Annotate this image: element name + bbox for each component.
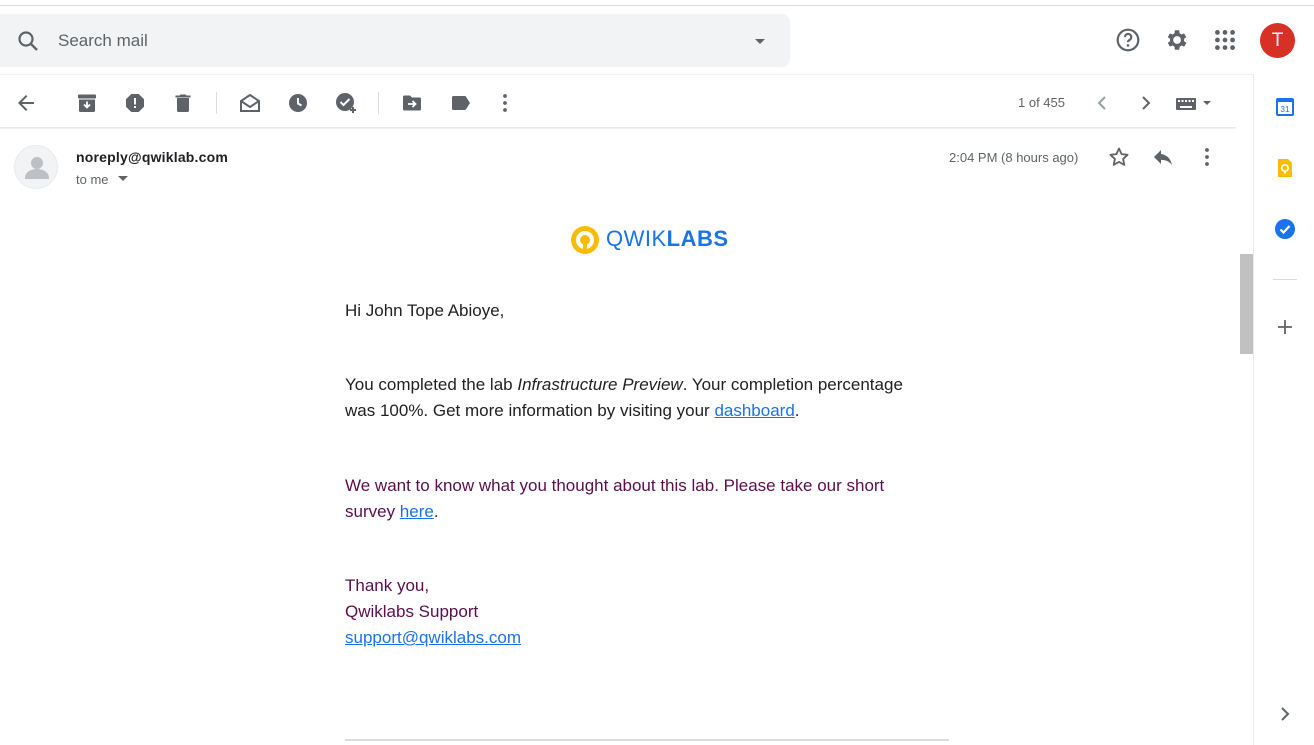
help-icon[interactable] xyxy=(1115,27,1141,53)
message-timestamp: 2:04 PM (8 hours ago) xyxy=(949,150,1079,165)
side-panel-divider xyxy=(1253,74,1254,745)
email-paragraph-survey: We want to know what you thought about t… xyxy=(345,473,884,525)
star-icon[interactable] xyxy=(1107,145,1131,169)
support-email-link[interactable]: support@qwiklabs.com xyxy=(345,628,521,647)
calendar-icon[interactable]: 31 xyxy=(1273,95,1297,119)
recipient-details-icon[interactable] xyxy=(116,173,130,185)
tasks-icon[interactable] xyxy=(1273,217,1297,241)
p1-text-a: You completed the lab xyxy=(345,375,518,394)
logo-prefix: QWIK xyxy=(606,226,667,251)
lab-name: Infrastructure Preview xyxy=(517,375,683,394)
more-vertical-icon[interactable] xyxy=(493,91,517,115)
logo-wordmark: QWIKLABS xyxy=(606,226,729,252)
logo-suffix: LABS xyxy=(666,226,729,251)
add-task-icon[interactable] xyxy=(334,91,358,115)
keep-icon[interactable] xyxy=(1273,156,1297,180)
scrollbar-thumb[interactable] xyxy=(1240,254,1253,354)
apps-icon[interactable] xyxy=(1212,27,1238,53)
header-divider xyxy=(0,74,1253,75)
chevron-down-icon[interactable] xyxy=(748,29,772,53)
gear-icon[interactable] xyxy=(1163,27,1189,53)
dashboard-link[interactable]: dashboard xyxy=(714,401,794,420)
label-icon[interactable] xyxy=(449,91,473,115)
signature-name: Qwiklabs Support xyxy=(345,602,479,621)
chevron-right-icon[interactable] xyxy=(1134,91,1158,115)
svg-text:31: 31 xyxy=(1281,105,1290,114)
sender-avatar[interactable] xyxy=(14,145,58,189)
toolbar-shadow xyxy=(0,127,1236,129)
report-spam-icon[interactable] xyxy=(123,91,147,115)
keyboard-icon[interactable] xyxy=(1175,91,1215,115)
back-arrow-icon[interactable] xyxy=(14,91,38,115)
p1-text-b: . Your completion percentage xyxy=(682,375,903,394)
email-signature: Thank you, Qwiklabs Support support@qwik… xyxy=(345,573,521,651)
chevron-right-icon[interactable] xyxy=(1273,702,1297,726)
search-icon[interactable] xyxy=(16,29,40,53)
survey-link[interactable]: here xyxy=(400,502,434,521)
email-footer-divider xyxy=(345,739,949,741)
person-icon xyxy=(25,157,49,179)
toolbar-separator xyxy=(378,92,379,114)
message-toolbar: 1 of 455 xyxy=(0,80,1236,126)
p2-text-a: We want to know what you thought about t… xyxy=(345,476,885,495)
p1-text-c: was 100%. Get more information by visiti… xyxy=(345,401,715,420)
pagination-count: 1 of 455 xyxy=(1018,95,1065,110)
p2-text-b: survey xyxy=(345,502,400,521)
side-panel-separator xyxy=(1273,279,1297,280)
delete-icon[interactable] xyxy=(171,91,195,115)
archive-icon[interactable] xyxy=(75,91,99,115)
account-avatar[interactable]: T xyxy=(1260,23,1295,58)
plus-icon[interactable] xyxy=(1273,315,1297,339)
chevron-left-icon[interactable] xyxy=(1090,91,1114,115)
toolbar-separator xyxy=(216,92,217,114)
top-border xyxy=(0,0,1314,6)
email-paragraph-completion: You completed the lab Infrastructure Pre… xyxy=(345,372,903,424)
qwiklabs-logo-icon xyxy=(571,226,599,254)
sender-email[interactable]: noreply@qwiklab.com xyxy=(76,149,228,165)
email-greeting: Hi John Tope Abioye, xyxy=(345,301,505,320)
p1-text-end: . xyxy=(794,401,800,420)
recipient-label[interactable]: to me xyxy=(76,172,109,187)
reply-icon[interactable] xyxy=(1151,145,1175,169)
search-bar[interactable] xyxy=(0,14,790,67)
snooze-icon[interactable] xyxy=(286,91,310,115)
mark-unread-icon[interactable] xyxy=(238,91,262,115)
more-vertical-icon[interactable] xyxy=(1195,145,1219,169)
move-to-icon[interactable] xyxy=(400,91,424,115)
search-input[interactable] xyxy=(58,28,658,54)
p2-text-end: . xyxy=(433,502,439,521)
closing-text: Thank you, xyxy=(345,576,430,595)
qwiklabs-logo: QWIKLABS xyxy=(568,223,728,257)
